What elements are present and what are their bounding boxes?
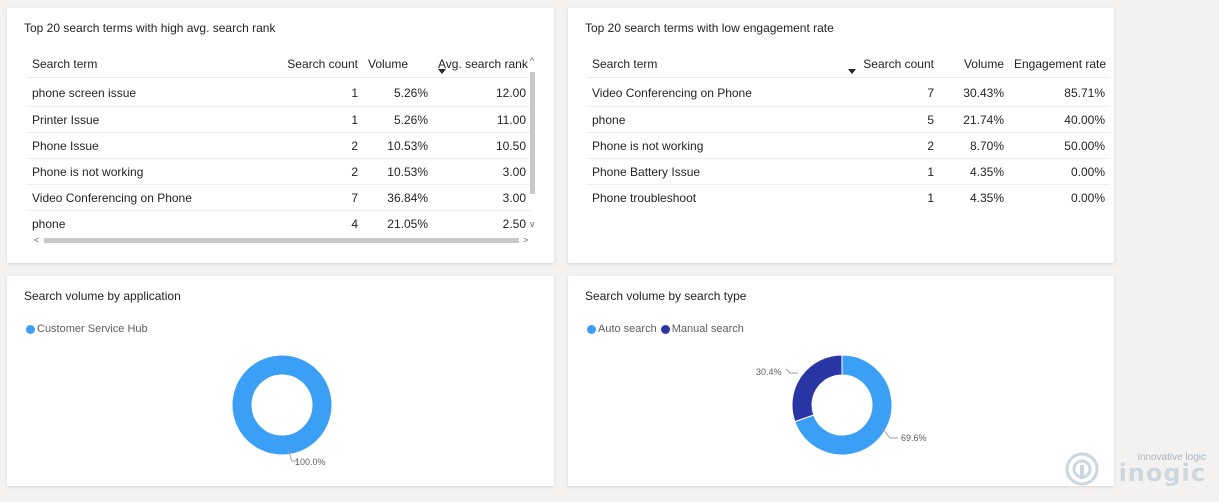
table-row[interactable]: Phone Battery Issue 1 4.35% 0.00% bbox=[587, 158, 1110, 185]
vertical-scrollbar[interactable] bbox=[530, 72, 535, 194]
by-search-type-panel: Search volume by search type Auto search… bbox=[568, 276, 1114, 486]
scroll-left-icon[interactable]: < bbox=[34, 236, 39, 245]
column-header-label: Search count bbox=[863, 57, 934, 71]
table-header-row: Search term Search count Volume Avg. sea… bbox=[27, 51, 531, 78]
table-row[interactable]: Phone Issue 2 10.53% 10.50 bbox=[27, 132, 531, 159]
cell-metric: 40.00% bbox=[1009, 106, 1110, 133]
cell-volume: 36.84% bbox=[363, 184, 433, 211]
cell-metric: 10.50 bbox=[433, 132, 531, 159]
cell-search-term: Printer Issue bbox=[27, 106, 279, 133]
table-row[interactable]: Video Conferencing on Phone 7 30.43% 85.71% bbox=[587, 78, 1110, 107]
cell-search-count: 1 bbox=[839, 184, 939, 210]
table-header-row: Search term Search count Volume Engageme… bbox=[587, 51, 1110, 78]
donut-slices bbox=[231, 354, 333, 456]
label-leader-line bbox=[785, 368, 798, 374]
panel-title: Top 20 search terms with low engagement … bbox=[585, 21, 834, 35]
cell-volume: 4.35% bbox=[939, 184, 1009, 210]
cell-search-term: Video Conferencing on Phone bbox=[27, 184, 279, 211]
scroll-down-icon[interactable]: v bbox=[530, 220, 535, 229]
cell-search-term: phone screen issue bbox=[32, 85, 137, 100]
donut-slice-customer-service-hub[interactable] bbox=[231, 354, 333, 456]
cell-volume: 30.43% bbox=[963, 85, 1004, 100]
low-engagement-table: Search term Search count Volume Engageme… bbox=[587, 51, 1110, 210]
watermark-brand: inogic bbox=[1118, 459, 1206, 487]
table-row[interactable]: Video Conferencing on Phone 7 36.84% 3.00 bbox=[27, 184, 531, 211]
cell-search-count: 1 bbox=[351, 85, 358, 100]
application-donut-chart: 100.0% bbox=[231, 354, 333, 467]
cell-volume: 5.26% bbox=[363, 106, 433, 133]
cell-search-term: Phone Battery Issue bbox=[587, 158, 839, 185]
cell-volume: 8.70% bbox=[939, 132, 1009, 159]
slice-label-manual-search: 30.4% bbox=[756, 367, 782, 377]
cell-metric: 3.00 bbox=[433, 158, 531, 185]
column-header-search-term[interactable]: Search term bbox=[27, 51, 279, 78]
cell-metric: 50.00% bbox=[1009, 132, 1110, 159]
cell-metric: 12.00 bbox=[495, 85, 526, 100]
cell-metric: 11.00 bbox=[433, 106, 531, 133]
column-header-search-term[interactable]: Search term bbox=[587, 51, 839, 78]
table-row[interactable]: Phone is not working 2 8.70% 50.00% bbox=[587, 132, 1110, 159]
panel-title: Top 20 search terms with high avg. searc… bbox=[24, 21, 276, 35]
horizontal-scrollbar[interactable] bbox=[44, 238, 519, 243]
cell-search-count: 7 bbox=[279, 184, 363, 211]
cell-metric: 85.71% bbox=[1064, 85, 1105, 100]
by-application-panel: Search volume by application Customer Se… bbox=[7, 276, 554, 486]
slice-label-customer-service-hub: 100.0% bbox=[295, 457, 326, 467]
sort-descending-icon bbox=[438, 69, 446, 74]
inogic-logo-icon bbox=[1065, 452, 1099, 486]
cell-search-count: 1 bbox=[839, 158, 939, 185]
cell-search-count: 1 bbox=[279, 106, 363, 133]
cell-volume: 5.26% bbox=[393, 85, 428, 100]
sort-descending-icon bbox=[848, 69, 856, 74]
cell-search-term: Phone is not working bbox=[27, 158, 279, 185]
donut-slice-manual-search[interactable] bbox=[791, 354, 843, 423]
high-rank-table: Search term Search count Volume Avg. sea… bbox=[27, 51, 531, 236]
cell-search-count: 2 bbox=[279, 132, 363, 159]
cell-metric: 3.00 bbox=[433, 184, 531, 211]
cell-search-count: 7 bbox=[927, 85, 934, 100]
slice-label-auto-search: 69.6% bbox=[901, 433, 927, 443]
column-header-search-count[interactable]: Search count bbox=[839, 51, 939, 78]
high-rank-panel: Top 20 search terms with high avg. searc… bbox=[7, 8, 554, 263]
cell-search-count: 5 bbox=[839, 106, 939, 133]
cell-volume: 21.05% bbox=[363, 210, 433, 236]
table-row[interactable]: Phone troubleshoot 1 4.35% 0.00% bbox=[587, 184, 1110, 210]
table-row[interactable]: Phone is not working 2 10.53% 3.00 bbox=[27, 158, 531, 185]
cell-search-term: phone bbox=[587, 106, 839, 133]
cell-search-count: 4 bbox=[279, 210, 363, 236]
cell-metric: 0.00% bbox=[1009, 158, 1110, 185]
cell-search-term: Video Conferencing on Phone bbox=[592, 85, 752, 100]
inogic-watermark: innovative logic inogic bbox=[1065, 452, 1206, 487]
cell-volume: 4.35% bbox=[939, 158, 1009, 185]
table-row[interactable]: phone 4 21.05% 2.50 bbox=[27, 210, 531, 236]
search-type-donut-chart: 30.4% 69.6% bbox=[756, 354, 927, 456]
table-row[interactable]: phone screen issue 1 5.26% 12.00 bbox=[27, 78, 531, 107]
low-engagement-panel: Top 20 search terms with low engagement … bbox=[568, 8, 1114, 263]
cell-search-term: Phone Issue bbox=[27, 132, 279, 159]
cell-volume: 10.53% bbox=[363, 158, 433, 185]
cell-volume: 10.53% bbox=[363, 132, 433, 159]
donut-slices bbox=[791, 354, 893, 456]
cell-metric: 2.50 bbox=[433, 210, 531, 236]
table-row[interactable]: phone 5 21.74% 40.00% bbox=[587, 106, 1110, 133]
cell-search-term: Phone troubleshoot bbox=[587, 184, 839, 210]
cell-search-count: 2 bbox=[839, 132, 939, 159]
cell-metric: 0.00% bbox=[1009, 184, 1110, 210]
column-header-volume[interactable]: Volume bbox=[363, 51, 433, 78]
column-header-avg-search-rank[interactable]: Avg. search rank bbox=[433, 51, 531, 78]
column-header-label: Avg. search rank bbox=[438, 57, 528, 71]
column-header-search-count[interactable]: Search count bbox=[279, 51, 363, 78]
column-header-volume[interactable]: Volume bbox=[939, 51, 1009, 78]
cell-search-term: phone bbox=[27, 210, 279, 236]
cell-search-term: Phone is not working bbox=[587, 132, 839, 159]
table-row[interactable]: Printer Issue 1 5.26% 11.00 bbox=[27, 106, 531, 133]
scroll-right-icon[interactable]: > bbox=[523, 236, 528, 245]
cell-search-count: 2 bbox=[279, 158, 363, 185]
cell-volume: 21.74% bbox=[939, 106, 1009, 133]
scroll-up-icon[interactable]: ^ bbox=[530, 57, 534, 66]
column-header-engagement-rate[interactable]: Engagement rate bbox=[1009, 51, 1110, 78]
